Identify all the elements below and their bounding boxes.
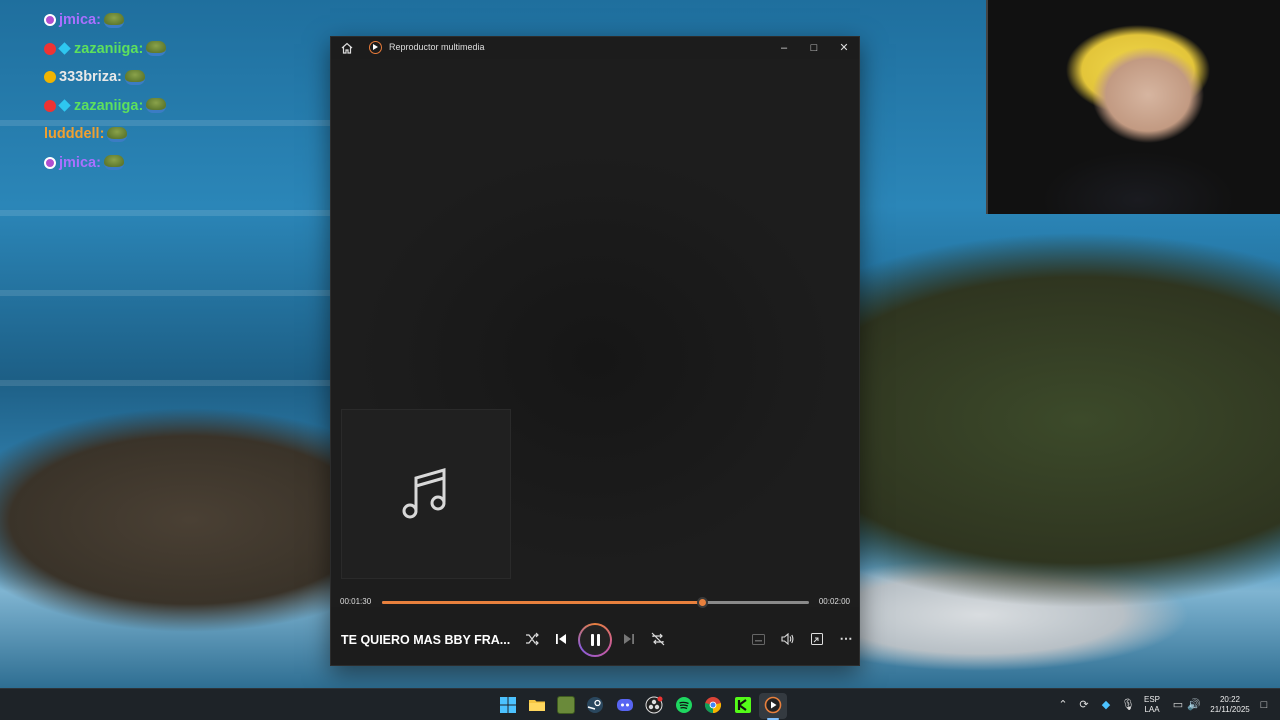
security-icon[interactable]: ◆: [1100, 699, 1112, 711]
next-button[interactable]: [618, 628, 640, 650]
discord-icon: [617, 699, 633, 711]
shuffle-icon: [526, 632, 539, 646]
media-player-icon: [764, 696, 782, 714]
show-hidden-icons-button[interactable]: ⌃: [1057, 699, 1069, 711]
close-button[interactable]: ✕: [829, 37, 859, 59]
minecraft-button[interactable]: [557, 696, 575, 714]
subtitles-button[interactable]: [747, 628, 769, 650]
red-badge-icon: [44, 99, 56, 112]
microphone-icon[interactable]: 🎙: [1121, 699, 1135, 711]
frog-emote-icon: [124, 69, 145, 85]
current-time: 00:01:30: [340, 597, 372, 606]
language-code: ESP: [1143, 695, 1160, 704]
seek-progress: [382, 601, 703, 604]
music-note-icon: [402, 468, 446, 519]
spotify-button[interactable]: [675, 696, 693, 714]
windows-icon: [500, 697, 516, 713]
chrome-button[interactable]: [704, 696, 722, 714]
chat-message: jmica:: [44, 149, 166, 178]
chat-separator: :: [96, 154, 101, 171]
more-options-button[interactable]: ⋯: [835, 628, 857, 650]
next-icon: [624, 634, 634, 644]
repeat-button[interactable]: [647, 628, 669, 650]
chat-username: jmica: [59, 154, 97, 171]
gem-badge-icon: [58, 42, 71, 55]
chat-message: jmica:: [44, 6, 166, 35]
taskbar: ⌃ ⟳ ◆ 🎙 ESP LAA ▭ 🔊 20:22 21/11/2025 □: [0, 688, 1280, 720]
kick-button[interactable]: [734, 696, 752, 714]
gold-badge-icon: [44, 71, 56, 84]
maximize-button[interactable]: □: [799, 37, 829, 59]
spotify-icon: [676, 697, 692, 713]
window-title: Reproductor multimedia: [389, 42, 485, 52]
frog-emote-icon: [103, 155, 124, 171]
media-player-window: Reproductor multimedia – □ ✕ 00:01:30 00…: [330, 36, 860, 666]
obs-icon: [645, 696, 663, 714]
volume-tray-icon[interactable]: 🔊: [1187, 699, 1201, 711]
notifications-icon[interactable]: □: [1258, 699, 1270, 711]
file-explorer-button[interactable]: [528, 696, 546, 714]
album-art: [341, 409, 511, 579]
pause-button[interactable]: [578, 623, 612, 657]
chat-separator: :: [138, 97, 144, 114]
steam-button[interactable]: [586, 696, 604, 714]
total-time: 00:02:00: [818, 597, 850, 606]
pause-icon: [580, 625, 610, 655]
title-bar[interactable]: Reproductor multimedia – □ ✕: [331, 37, 859, 59]
mini-player-icon: [811, 633, 823, 645]
steam-icon: [587, 697, 603, 713]
previous-button[interactable]: [550, 628, 572, 650]
chat-message: 333briza:: [44, 63, 166, 92]
home-icon[interactable]: [340, 41, 354, 55]
previous-icon: [556, 634, 566, 644]
shuffle-button[interactable]: [521, 628, 543, 650]
chat-separator: :: [138, 40, 144, 57]
chat-username: ludddell: [44, 126, 100, 143]
chat-separator: :: [99, 126, 105, 143]
mini-player-button[interactable]: [806, 628, 828, 650]
gem-badge-icon: [58, 99, 71, 112]
frog-emote-icon: [146, 98, 167, 114]
sync-icon[interactable]: ⟳: [1078, 699, 1090, 711]
network-icon[interactable]: ▭: [1172, 699, 1184, 711]
frog-emote-icon: [103, 12, 124, 28]
chat-message: ludddell:: [44, 120, 166, 149]
volume-button[interactable]: [776, 628, 798, 650]
frog-emote-icon: [146, 41, 167, 57]
clock[interactable]: 20:22 21/11/2025: [1205, 695, 1255, 715]
chat-username: jmica: [59, 12, 97, 29]
keyboard-layout: LAA: [1144, 705, 1160, 714]
chat-message: zazaniiga:: [44, 35, 167, 64]
chat-overlay: jmica: zazaniiga: 333briza: zazaniiga: l…: [44, 6, 167, 178]
webcam-overlay: [986, 0, 1280, 214]
chat-username: zazaniiga: [74, 97, 139, 114]
seek-bar[interactable]: [382, 597, 809, 608]
folder-icon: [529, 700, 545, 711]
chat-separator: :: [96, 12, 101, 29]
repeat-off-icon: [651, 632, 665, 646]
clock-time: 20:22: [1219, 695, 1241, 704]
media-player-app-icon: [369, 41, 382, 54]
clock-date: 21/11/2025: [1210, 705, 1250, 714]
language-indicator[interactable]: ESP LAA: [1142, 695, 1162, 715]
red-badge-icon: [44, 42, 56, 55]
chat-username: zazaniiga: [74, 40, 139, 57]
discord-button[interactable]: [616, 696, 634, 714]
chat-username: 333briza: [59, 69, 118, 86]
chrome-icon: [704, 697, 722, 714]
volume-icon: [780, 633, 793, 645]
chat-separator: :: [117, 69, 122, 86]
obs-button[interactable]: [645, 696, 663, 714]
song-title[interactable]: TE QUIERO MAS BBY FRA...: [341, 633, 516, 647]
frog-emote-icon: [107, 126, 128, 142]
minimize-button[interactable]: –: [769, 37, 799, 59]
kick-icon: [735, 697, 751, 713]
chat-message: zazaniiga:: [44, 92, 167, 121]
badge-icon: [44, 156, 56, 169]
start-button[interactable]: [499, 696, 517, 714]
subtitles-icon: [751, 633, 765, 645]
media-player-taskbar-button[interactable]: [764, 696, 782, 714]
badge-icon: [44, 14, 56, 27]
